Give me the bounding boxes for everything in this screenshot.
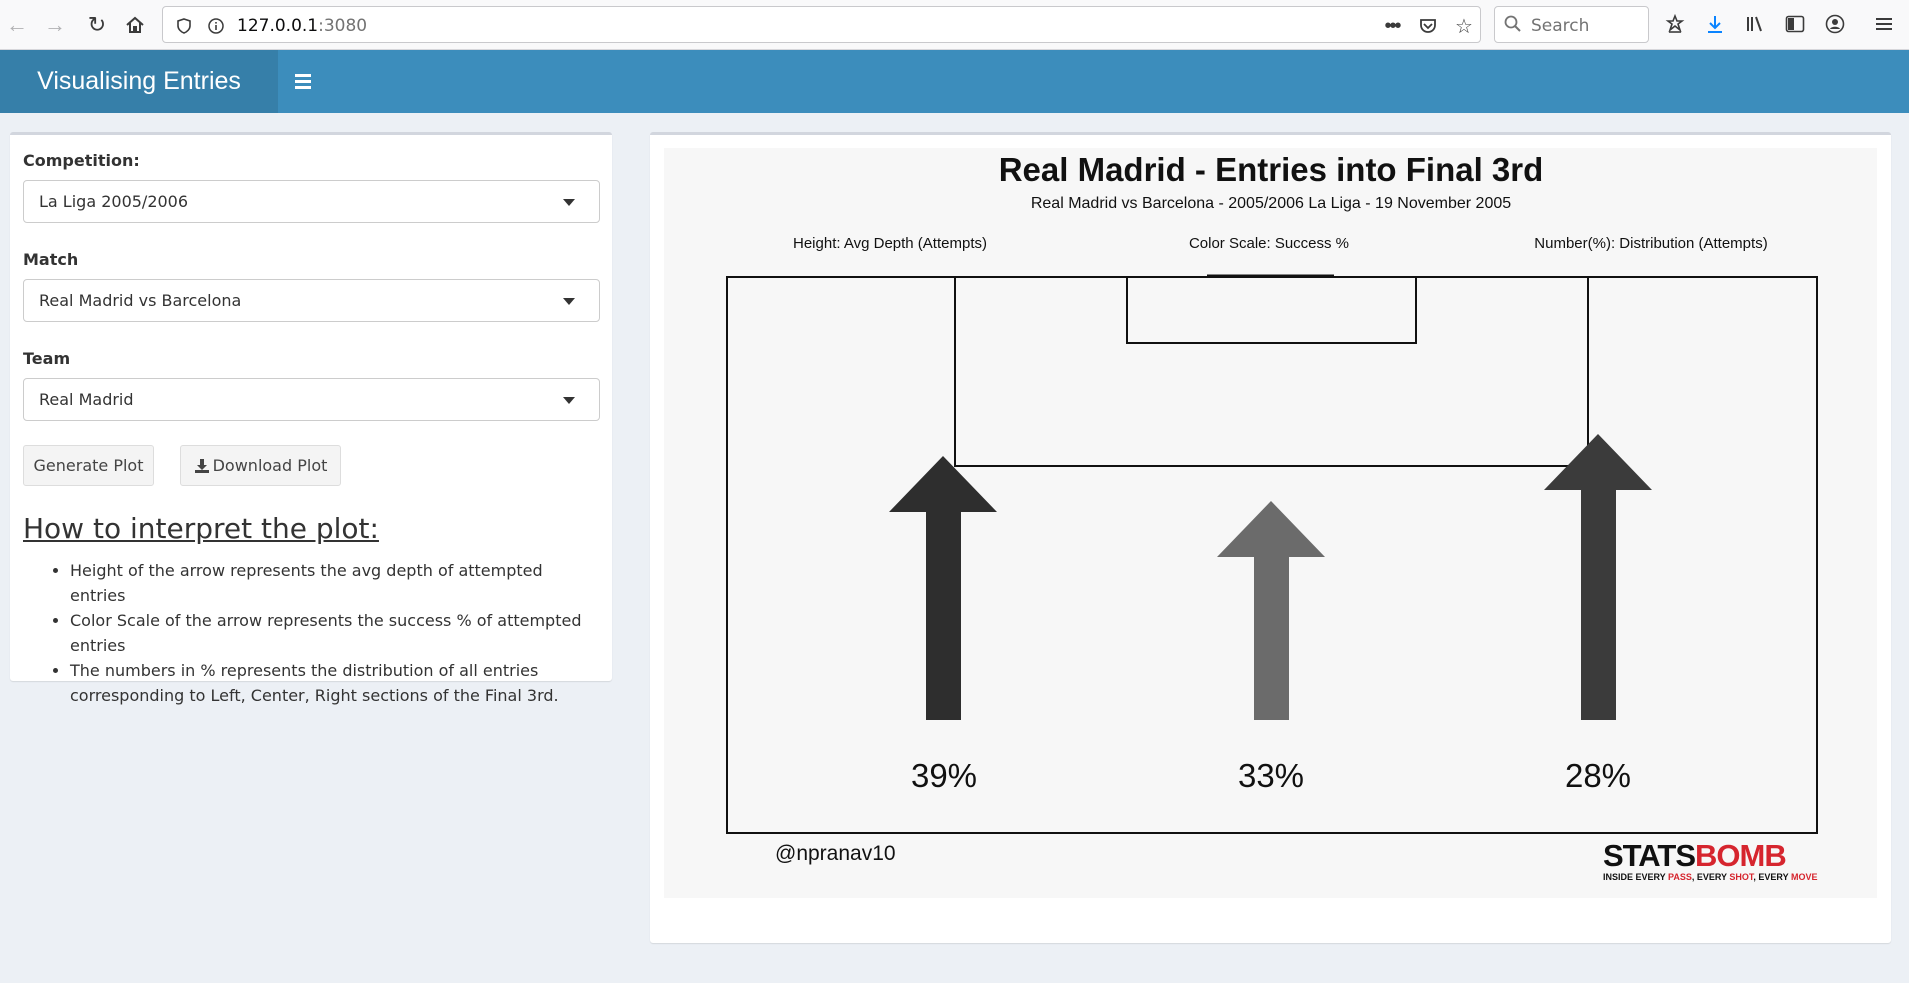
- reading-list-icon[interactable]: [1659, 8, 1691, 40]
- pitch-plot: Real Madrid - Entries into Final 3rd Rea…: [726, 151, 1818, 882]
- info-icon[interactable]: [205, 15, 227, 37]
- arrow-shaft-center: [1254, 557, 1289, 720]
- pocket-icon[interactable]: [1417, 15, 1439, 37]
- arrow-center: [1217, 501, 1325, 720]
- interpretation-list: Height of the arrow represents the avg d…: [70, 558, 600, 708]
- menu-icon[interactable]: [1868, 8, 1900, 40]
- penalty-box: [954, 276, 1589, 467]
- match-select[interactable]: Real Madrid vs Barcelona: [23, 279, 600, 322]
- app-title: Visualising Entries: [0, 50, 278, 113]
- match-label: Match: [23, 250, 79, 269]
- competition-label: Competition:: [23, 151, 140, 170]
- interpretation-title: How to interpret the plot:: [23, 512, 379, 545]
- arrow-head-left: [889, 456, 997, 512]
- account-icon[interactable]: [1819, 8, 1851, 40]
- chevron-down-icon: [563, 298, 575, 305]
- download-icon[interactable]: [1699, 8, 1731, 40]
- shield-icon[interactable]: [173, 15, 195, 37]
- plot-image: Real Madrid - Entries into Final 3rd Rea…: [664, 148, 1877, 898]
- sidebar-icon[interactable]: [1779, 8, 1811, 40]
- arrow-head-right: [1544, 434, 1652, 490]
- arrow-head-center: [1217, 501, 1325, 557]
- percent-label-left: 39%: [911, 757, 977, 794]
- url-text: 127.0.0.1:3080: [237, 16, 367, 36]
- url-bar[interactable]: 127.0.0.1:3080 ••• ☆: [162, 6, 1481, 43]
- credit-text: @npranav10: [775, 842, 896, 865]
- download-plot-button[interactable]: Download Plot: [180, 445, 341, 486]
- hamburger-icon[interactable]: [290, 66, 322, 98]
- arrow-shaft-left: [926, 512, 961, 720]
- statsbomb-logo: STATSBOMB INSIDE EVERY PASS, EVERY SHOT,…: [1603, 838, 1817, 882]
- browser-toolbar: ← → ↻ 127.0.0.1:3080 ••• ☆ Search: [0, 0, 1909, 50]
- reload-icon[interactable]: ↻: [80, 8, 114, 42]
- team-value: Real Madrid: [39, 390, 134, 409]
- arrow-left: [889, 456, 997, 720]
- controls-box: Competition: La Liga 2005/2006 Match Rea…: [10, 132, 612, 705]
- plot-box: Real Madrid - Entries into Final 3rd Rea…: [650, 132, 1891, 943]
- search-icon: [1504, 15, 1521, 32]
- six-yard-box: [1126, 276, 1417, 344]
- back-icon[interactable]: ←: [0, 8, 34, 42]
- match-value: Real Madrid vs Barcelona: [39, 291, 242, 310]
- bookmark-star-icon[interactable]: ☆: [1453, 15, 1475, 38]
- percent-label-right: 28%: [1565, 757, 1631, 794]
- legend-height: Height: Avg Depth (Attempts): [793, 235, 987, 252]
- search-input[interactable]: Search: [1494, 6, 1649, 43]
- more-icon[interactable]: •••: [1381, 15, 1403, 37]
- home-icon[interactable]: [118, 8, 152, 42]
- url-host: 127.0.0.1: [237, 16, 319, 36]
- app-header: Visualising Entries: [0, 50, 1909, 113]
- generate-plot-button[interactable]: Generate Plot: [23, 445, 154, 486]
- competition-value: La Liga 2005/2006: [39, 192, 189, 211]
- url-port: :3080: [318, 16, 368, 36]
- legend-number: Number(%): Distribution (Attempts): [1534, 235, 1767, 252]
- library-icon[interactable]: [1739, 8, 1771, 40]
- download-icon: [194, 458, 209, 473]
- list-item: Height of the arrow represents the avg d…: [70, 558, 600, 608]
- search-placeholder: Search: [1531, 16, 1590, 36]
- arrow-right: [1544, 434, 1652, 720]
- team-select[interactable]: Real Madrid: [23, 378, 600, 421]
- logo-text-stats: STATSBOMB: [1603, 838, 1786, 873]
- download-plot-label: Download Plot: [212, 456, 328, 475]
- logo-tagline: INSIDE EVERY PASS, EVERY SHOT, EVERY MOV…: [1603, 872, 1817, 882]
- arrow-shaft-right: [1581, 490, 1616, 720]
- list-item: Color Scale of the arrow represents the …: [70, 608, 600, 658]
- competition-select[interactable]: La Liga 2005/2006: [23, 180, 600, 223]
- chevron-down-icon: [563, 199, 575, 206]
- percent-label-center: 33%: [1238, 757, 1304, 794]
- chevron-down-icon: [563, 397, 575, 404]
- plot-subtitle: Real Madrid vs Barcelona - 2005/2006 La …: [1031, 195, 1511, 212]
- legend-color: Color Scale: Success %: [1189, 235, 1349, 252]
- team-label: Team: [23, 349, 71, 368]
- list-item: The numbers in % represents the distribu…: [70, 658, 600, 708]
- plot-title: Real Madrid - Entries into Final 3rd: [999, 151, 1544, 188]
- forward-icon[interactable]: →: [38, 8, 72, 42]
